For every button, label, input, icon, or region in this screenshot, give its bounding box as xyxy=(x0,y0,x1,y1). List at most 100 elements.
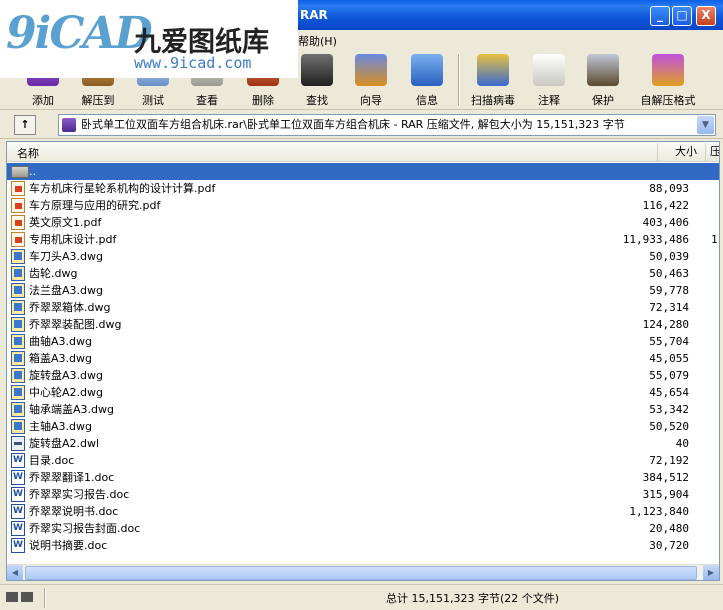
column-packed[interactable]: 压 xyxy=(705,143,719,161)
file-name: 乔翠翠说明书.doc xyxy=(29,505,119,518)
file-row[interactable]: 轴承端盖A3.dwg 53,342 xyxy=(7,401,719,418)
file-row[interactable]: 乔翠实习报告封面.doc 20,480 xyxy=(7,520,719,537)
dwg-icon xyxy=(11,419,25,434)
file-row[interactable]: 主轴A3.dwg 50,520 xyxy=(7,418,719,435)
file-size: 53,342 xyxy=(649,403,689,416)
file-row[interactable]: 目录.doc 72,192 xyxy=(7,452,719,469)
file-row[interactable]: 专用机床设计.pdf 11,933,486 1: xyxy=(7,231,719,248)
status-bar: 总计 15,151,323 字节(22 个文件) xyxy=(0,584,723,610)
protect-button[interactable]: 保护 xyxy=(582,52,624,108)
shield-icon xyxy=(587,54,619,86)
file-name: 车方原理与应用的研究.pdf xyxy=(29,199,161,212)
file-row[interactable]: 曲轴A3.dwg 55,704 xyxy=(7,333,719,350)
file-row[interactable]: 乔翠翠箱体.dwg 72,314 xyxy=(7,299,719,316)
sfx-icon xyxy=(652,54,684,86)
scroll-thumb[interactable] xyxy=(25,566,697,580)
file-row[interactable]: 旋转盘A2.dwl 40 xyxy=(7,435,719,452)
file-row[interactable]: 车方原理与应用的研究.pdf 116,422 xyxy=(7,197,719,214)
file-size: 59,778 xyxy=(649,284,689,297)
pdf-icon xyxy=(11,215,25,230)
logo: 9iCAD 九爱图纸库 www.9icad.com xyxy=(0,0,298,78)
file-size: 45,055 xyxy=(649,352,689,365)
column-size[interactable]: 大小 xyxy=(657,143,697,161)
drive-icon[interactable] xyxy=(6,592,18,602)
scan-virus-button[interactable]: 扫描病毒 xyxy=(466,52,520,108)
file-row[interactable]: 中心轮A2.dwg 45,654 xyxy=(7,384,719,401)
file-name: 乔翠翠装配图.dwg xyxy=(29,318,122,331)
file-row[interactable]: 车方机床行星轮系机构的设计计算.pdf 88,093 xyxy=(7,180,719,197)
file-name: 乔翠翠翻译1.doc xyxy=(29,471,115,484)
scroll-left-icon[interactable]: ◀ xyxy=(7,565,23,580)
file-size: 72,192 xyxy=(649,454,689,467)
file-row[interactable]: 说明书摘要.doc 30,720 xyxy=(7,537,719,554)
key-icon[interactable] xyxy=(21,592,33,602)
comment-icon xyxy=(533,54,565,86)
file-row[interactable]: 乔翠翠翻译1.doc 384,512 xyxy=(7,469,719,486)
comment-button[interactable]: 注释 xyxy=(528,52,570,108)
chevron-down-icon[interactable]: ▼ xyxy=(697,116,714,134)
file-name: 说明书摘要.doc xyxy=(29,539,108,552)
minimize-button[interactable]: _ xyxy=(650,6,670,26)
file-name: 专用机床设计.pdf xyxy=(29,233,117,246)
file-size: 55,704 xyxy=(649,335,689,348)
file-row[interactable]: 英文原文1.pdf 403,406 xyxy=(7,214,719,231)
file-row[interactable]: 法兰盘A3.dwg 59,778 xyxy=(7,282,719,299)
file-row[interactable]: 旋转盘A3.dwg 55,079 xyxy=(7,367,719,384)
file-name: 目录.doc xyxy=(29,454,75,467)
file-name: 中心轮A2.dwg xyxy=(29,386,103,399)
logo-mark: 9iCAD xyxy=(6,8,153,59)
dwg-icon xyxy=(11,283,25,298)
status-text: 总计 15,151,323 字节(22 个文件) xyxy=(386,592,560,605)
file-name: 车方机床行星轮系机构的设计计算.pdf xyxy=(29,182,216,195)
file-name: 乔翠翠实习报告.doc xyxy=(29,488,130,501)
file-row[interactable]: 乔翠翠装配图.dwg 124,280 xyxy=(7,316,719,333)
file-size: 30,720 xyxy=(649,539,689,552)
doc-icon xyxy=(11,486,25,503)
scan-virus-icon xyxy=(477,54,509,86)
info-icon xyxy=(411,54,443,86)
dwg-icon xyxy=(11,402,25,417)
file-size: 1,123,840 xyxy=(629,505,689,518)
dwg-icon xyxy=(11,266,25,281)
dwg-icon xyxy=(11,334,25,349)
file-size: 45,654 xyxy=(649,386,689,399)
file-size: 116,422 xyxy=(642,199,689,212)
file-size: 72,314 xyxy=(649,301,689,314)
status-icons xyxy=(6,592,36,605)
file-name: 法兰盘A3.dwg xyxy=(29,284,103,297)
file-row[interactable]: 箱盖A3.dwg 45,055 xyxy=(7,350,719,367)
file-row[interactable]: 车刀头A3.dwg 50,039 xyxy=(7,248,719,265)
close-button[interactable]: X xyxy=(696,6,716,26)
wizard-icon xyxy=(355,54,387,86)
dwg-icon xyxy=(11,249,25,264)
info-button[interactable]: 信息 xyxy=(406,52,448,108)
file-size: 40 xyxy=(675,437,689,450)
maximize-button[interactable]: □ xyxy=(672,6,692,26)
dwg-icon xyxy=(11,300,25,315)
file-row[interactable]: 乔翠翠实习报告.doc 315,904 xyxy=(7,486,719,503)
file-name: 旋转盘A2.dwl xyxy=(29,437,100,450)
up-folder-button[interactable]: ↑ xyxy=(14,115,36,135)
dwg-icon xyxy=(11,351,25,366)
file-size: 88,093 xyxy=(649,182,689,195)
file-list: 名称 大小 压 .. 车方机床行星轮系机构的设计计算.pdf 88,093 车方原理与… xyxy=(6,141,720,581)
horizontal-scrollbar[interactable]: ◀ ▶ xyxy=(7,564,719,580)
address-field[interactable]: 卧式单工位双面车方组合机床.rar\卧式单工位双面车方组合机床 - RAR 压缩… xyxy=(58,114,716,136)
menu-help[interactable]: 帮助(H) xyxy=(298,33,337,49)
file-name: 主轴A3.dwg xyxy=(29,420,92,433)
dwg-icon xyxy=(11,385,25,400)
scroll-right-icon[interactable]: ▶ xyxy=(703,565,719,580)
file-size: 50,520 xyxy=(649,420,689,433)
file-name: 乔翠实习报告封面.doc xyxy=(29,522,141,535)
find-button[interactable]: 查找 xyxy=(296,52,338,108)
doc-icon xyxy=(11,452,25,469)
sfx-button[interactable]: 自解压格式 xyxy=(636,52,700,108)
column-name[interactable]: 名称 xyxy=(17,145,39,161)
file-row[interactable]: .. xyxy=(7,163,719,180)
wizard-button[interactable]: 向导 xyxy=(350,52,392,108)
dwg-icon xyxy=(11,368,25,383)
doc-icon xyxy=(11,503,25,520)
file-packed: 1: xyxy=(711,233,719,246)
file-row[interactable]: 乔翠翠说明书.doc 1,123,840 xyxy=(7,503,719,520)
file-row[interactable]: 齿轮.dwg 50,463 xyxy=(7,265,719,282)
